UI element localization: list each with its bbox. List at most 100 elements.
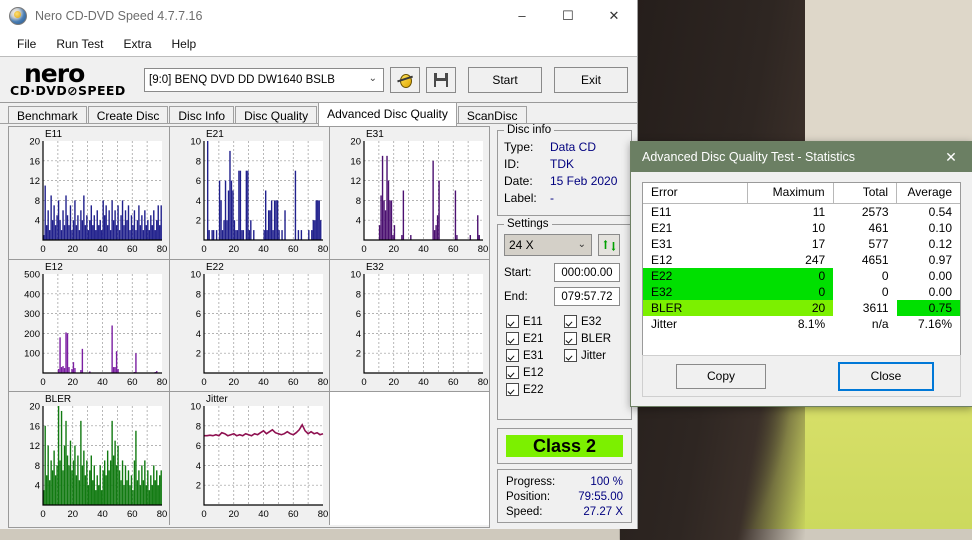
svg-text:10: 10 bbox=[190, 270, 201, 281]
bug-report-button[interactable] bbox=[390, 66, 420, 93]
table-row[interactable]: Jitter 8.1% n/a 7.16% bbox=[643, 316, 960, 332]
cell-average: 0.12 bbox=[928, 237, 952, 251]
save-button[interactable] bbox=[426, 66, 456, 93]
checkbox-e32[interactable]: E32 bbox=[564, 315, 624, 328]
minimize-button[interactable]: – bbox=[499, 0, 545, 31]
exit-button[interactable]: Exit bbox=[554, 66, 628, 93]
svg-text:60: 60 bbox=[448, 244, 459, 255]
svg-text:E12: E12 bbox=[45, 262, 63, 273]
nero-disc-icon bbox=[9, 6, 27, 25]
svg-text:40: 40 bbox=[97, 509, 108, 520]
table-row[interactable]: E21 10 461 0.10 bbox=[643, 220, 960, 236]
close-dialog-button[interactable]: Close bbox=[838, 361, 934, 391]
svg-text:20: 20 bbox=[67, 509, 78, 520]
start-time-field[interactable]: 000:00.00 bbox=[554, 263, 620, 282]
cell-maximum: 0 bbox=[747, 268, 834, 284]
menu-item-extra[interactable]: Extra bbox=[114, 34, 160, 54]
svg-text:E32: E32 bbox=[366, 262, 384, 273]
disc-info-date-value: 15 Feb 2020 bbox=[550, 174, 618, 188]
cell-error: E12 bbox=[651, 253, 673, 267]
copy-button[interactable]: Copy bbox=[676, 363, 766, 389]
cell-total: 0 bbox=[881, 269, 889, 283]
table-row[interactable]: E31 17 577 0.12 bbox=[643, 236, 960, 252]
dialog-button-bar: Copy Close bbox=[642, 355, 961, 397]
svg-text:60: 60 bbox=[288, 509, 299, 520]
start-button[interactable]: Start bbox=[468, 66, 542, 93]
checkbox-e11[interactable]: E11 bbox=[506, 315, 564, 328]
speed-select[interactable]: 24 X ⌄ bbox=[504, 234, 592, 256]
table-header-row: Error Maximum Total Average bbox=[643, 183, 960, 204]
svg-text:60: 60 bbox=[288, 377, 299, 388]
table-row[interactable]: E22 0 0 0.00 bbox=[643, 268, 960, 284]
cell-maximum: 11 bbox=[812, 205, 826, 219]
disc-info-label-label: Label: bbox=[504, 191, 537, 205]
chart-bler: 4 8 12 16 20 0 20 40 60 80 BLER bbox=[9, 392, 169, 525]
checkbox-label: E11 bbox=[523, 315, 543, 328]
col-error: Error bbox=[643, 183, 749, 204]
svg-text:0: 0 bbox=[40, 509, 45, 520]
checkbox-bler[interactable]: BLER bbox=[564, 332, 624, 345]
svg-text:16: 16 bbox=[29, 156, 40, 167]
svg-text:4: 4 bbox=[356, 216, 361, 227]
chart-e12: 100 200 300 400 500 0 20 40 60 80 E12 bbox=[9, 260, 169, 391]
menu-item-file[interactable]: File bbox=[8, 34, 45, 54]
chart-cell-e12: 100 200 300 400 500 0 20 40 60 80 E12 bbox=[9, 260, 170, 392]
cell-average: 0.75 bbox=[896, 300, 960, 316]
chart-e11: 4 8 12 16 20 0 20 40 60 80 E11 bbox=[9, 127, 169, 259]
end-time-field[interactable]: 079:57.72 bbox=[554, 287, 620, 306]
svg-text:0: 0 bbox=[201, 244, 206, 255]
svg-text:20: 20 bbox=[228, 377, 239, 388]
cell-maximum: 20 bbox=[747, 300, 834, 316]
checkbox-e22[interactable]: E22 bbox=[506, 383, 564, 396]
cell-total: 0 bbox=[881, 285, 889, 299]
disc-info-row: Date: 15 Feb 2020 bbox=[504, 173, 631, 190]
close-button[interactable]: ✕ bbox=[591, 0, 637, 31]
checkbox-icon bbox=[564, 332, 577, 345]
table-row[interactable]: E11 11 2573 0.54 bbox=[643, 204, 960, 221]
svg-text:E31: E31 bbox=[366, 129, 384, 140]
table-row[interactable]: E32 0 0 0.00 bbox=[643, 284, 960, 300]
table-row[interactable]: E12 247 4651 0.97 bbox=[643, 252, 960, 268]
cell-error: BLER bbox=[643, 300, 748, 316]
svg-text:12: 12 bbox=[29, 176, 40, 187]
class-panel: Class 2 bbox=[497, 428, 632, 464]
cell-total: 577 bbox=[868, 237, 889, 251]
chart-cell-e21: 2 4 6 8 10 0 20 40 60 80 E21 bbox=[170, 127, 330, 260]
speed-select-value: 24 X bbox=[509, 238, 534, 252]
window-title: Nero CD-DVD Speed 4.7.7.16 bbox=[35, 8, 203, 23]
cell-error: E11 bbox=[651, 205, 672, 219]
nero-logo-line2: CD·DVD⊘SPEED bbox=[10, 82, 126, 98]
chart-cell-bler: 4 8 12 16 20 0 20 40 60 80 BLER bbox=[9, 392, 170, 525]
svg-text:200: 200 bbox=[24, 329, 40, 340]
svg-text:2: 2 bbox=[196, 481, 201, 492]
dialog-close-icon[interactable]: ✕ bbox=[930, 142, 972, 172]
table-row[interactable]: BLER 20 3611 0.75 bbox=[643, 300, 960, 316]
menu-item-run-test[interactable]: Run Test bbox=[47, 34, 112, 54]
svg-text:E21: E21 bbox=[206, 129, 224, 140]
menu-item-help[interactable]: Help bbox=[163, 34, 206, 54]
svg-text:60: 60 bbox=[127, 244, 138, 255]
svg-text:60: 60 bbox=[288, 244, 299, 255]
svg-text:80: 80 bbox=[478, 244, 489, 255]
checkbox-label: E32 bbox=[581, 315, 602, 328]
checkbox-e31[interactable]: E31 bbox=[506, 349, 564, 362]
svg-text:60: 60 bbox=[127, 509, 138, 520]
refresh-button[interactable] bbox=[598, 234, 620, 256]
chart-cell-empty bbox=[330, 392, 489, 525]
disc-info-panel: Disc info Type: Data CD ID: TDK Date: 15… bbox=[497, 124, 632, 216]
tab-advanced-disc-quality[interactable]: Advanced Disc Quality bbox=[318, 102, 457, 126]
cell-average: 0.54 bbox=[928, 205, 952, 219]
checkbox-jitter[interactable]: Jitter bbox=[564, 349, 624, 362]
cell-total: 2573 bbox=[861, 205, 889, 219]
svg-text:100: 100 bbox=[24, 349, 40, 360]
disc-info-id-label: ID: bbox=[504, 157, 520, 171]
checkbox-e12[interactable]: E12 bbox=[506, 366, 564, 379]
cell-error: E22 bbox=[643, 268, 748, 284]
checkbox-e21[interactable]: E21 bbox=[506, 332, 564, 345]
drive-select[interactable]: [9:0] BENQ DVD DD DW1640 BSLB ⌄ bbox=[144, 67, 384, 92]
progress-row: Progress: 100 % bbox=[506, 475, 623, 490]
disc-info-type-value: Data CD bbox=[550, 140, 597, 154]
svg-text:80: 80 bbox=[318, 244, 329, 255]
maximize-button[interactable]: ☐ bbox=[545, 0, 591, 31]
svg-text:0: 0 bbox=[40, 244, 45, 255]
